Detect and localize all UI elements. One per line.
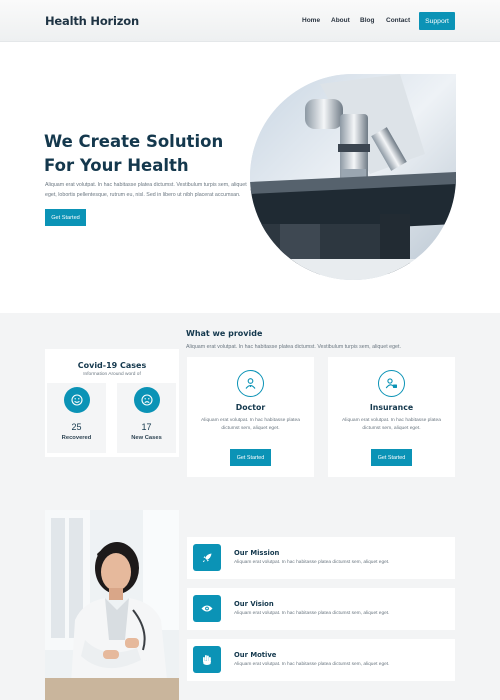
rocket-icon <box>193 544 221 571</box>
stat-label: Recovered <box>61 435 92 441</box>
feature-title: Our Motive <box>234 651 277 659</box>
stat-label: New Cases <box>131 435 162 441</box>
covid-title: Covid-19 Cases <box>77 361 147 370</box>
stat-new-cases: 17 New Cases <box>117 383 176 453</box>
nav-link-home[interactable]: Home <box>302 17 320 24</box>
feature-title: Our Vision <box>234 600 274 608</box>
feature-item-vision: Our Vision Aliquam erat volutpat. In hac… <box>187 588 455 630</box>
hero-title: We Create Solution For Your Health <box>44 132 224 175</box>
card-title: Doctor <box>235 403 266 412</box>
eye-icon <box>193 595 221 622</box>
feature-text: Aliquam erat volutpat. In hac habitasse … <box>234 611 390 616</box>
stat-value: 17 <box>141 422 152 432</box>
hand-icon <box>193 646 221 673</box>
card-text: Aliquam erat volutpat. In hac habitasse … <box>342 418 441 431</box>
section-subtitle: Aliquam erat volutpat. In hac habitasse … <box>186 344 401 350</box>
doctor-photo <box>45 510 179 700</box>
insurance-icon <box>378 370 405 397</box>
covid-subtitle: Information Around word of <box>83 372 141 377</box>
feature-text: Aliquam erat volutpat. In hac habitasse … <box>234 662 390 667</box>
hero-get-started-button[interactable]: Get Started <box>45 209 86 226</box>
section-title: What we provide <box>186 329 263 338</box>
nav-link-about[interactable]: About <box>331 17 350 24</box>
card-text: Aliquam erat volutpat. In hac habitasse … <box>201 418 300 431</box>
insurance-get-started-button[interactable]: Get Started <box>371 449 412 466</box>
doctor-get-started-button[interactable]: Get Started <box>230 449 271 466</box>
card-title: Insurance <box>369 403 414 412</box>
hero-microscope-image <box>250 74 456 280</box>
hero-text: Aliquam erat volutpat. In hac habitasse … <box>45 182 247 198</box>
service-card-doctor: Doctor Aliquam erat volutpat. In hac hab… <box>187 357 314 477</box>
feature-item-motive: Our Motive Aliquam erat volutpat. In hac… <box>187 639 455 681</box>
brand-logo[interactable]: Health Horizon <box>45 14 139 28</box>
stat-value: 25 <box>71 422 82 432</box>
smile-icon <box>64 387 90 413</box>
service-card-insurance: Insurance Aliquam erat volutpat. In hac … <box>328 357 455 477</box>
doctor-icon <box>237 370 264 397</box>
nav-link-contact[interactable]: Contact <box>386 17 410 24</box>
feature-item-mission: Our Mission Aliquam erat volutpat. In ha… <box>187 537 455 579</box>
sad-face-icon <box>134 387 160 413</box>
top-navbar: Health Horizon Home About Blog Contact S… <box>0 0 500 42</box>
support-button[interactable]: Support <box>419 12 455 30</box>
nav-link-blog[interactable]: Blog <box>360 17 374 24</box>
feature-title: Our Mission <box>234 549 280 557</box>
stat-recovered: 25 Recovered <box>47 383 106 453</box>
covid-cases-card: Covid-19 Cases Information Around word o… <box>45 349 179 457</box>
feature-text: Aliquam erat volutpat. In hac habitasse … <box>234 560 390 565</box>
